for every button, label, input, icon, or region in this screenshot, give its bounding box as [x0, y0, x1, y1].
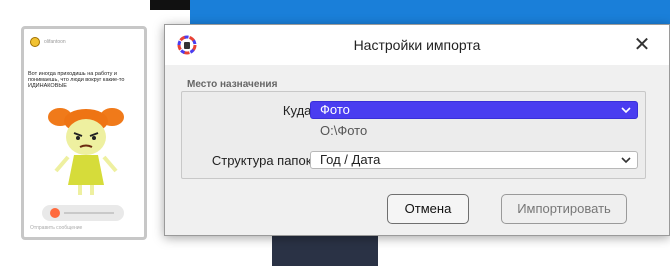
- story-progress-bar[interactable]: [42, 205, 124, 221]
- close-icon[interactable]: ✕: [633, 35, 651, 55]
- story-card[interactable]: olifantoon Вот иногда приходишь на работ…: [21, 26, 147, 240]
- background-dark-strip: [150, 0, 190, 10]
- folder-structure-select[interactable]: Год / Дата: [310, 151, 638, 169]
- dialog-title: Настройки импорта: [353, 37, 481, 53]
- cartoon-girl-illustration: [48, 108, 124, 195]
- chevron-down-icon: [621, 157, 631, 164]
- destination-select[interactable]: Фото: [310, 101, 638, 119]
- destination-label: Куда:: [282, 103, 315, 118]
- folder-structure-select-value: Год / Дата: [320, 152, 381, 167]
- destination-path: O:\Фото: [320, 123, 368, 138]
- story-header: olifantoon: [30, 37, 66, 47]
- story-text: Вот иногда приходишь на работу и понимае…: [28, 71, 125, 89]
- story-avatar: [30, 37, 40, 47]
- story-progress-knob[interactable]: [50, 208, 60, 218]
- story-username: olifantoon: [44, 39, 66, 45]
- cancel-button[interactable]: Отмена: [387, 194, 469, 224]
- destination-group-label: Место назначения: [187, 79, 278, 90]
- destination-select-value: Фото: [320, 102, 350, 117]
- dialog-titlebar[interactable]: Настройки импорта ✕: [165, 25, 669, 65]
- import-button[interactable]: Импортировать: [501, 194, 627, 224]
- story-progress-track: [64, 212, 114, 214]
- import-settings-dialog: Настройки импорта ✕ Место назначения Куд…: [164, 24, 670, 236]
- folder-structure-label: Структура папок:: [211, 153, 315, 168]
- story-footer: Отправить сообщение: [30, 225, 83, 231]
- chevron-down-icon: [621, 107, 631, 114]
